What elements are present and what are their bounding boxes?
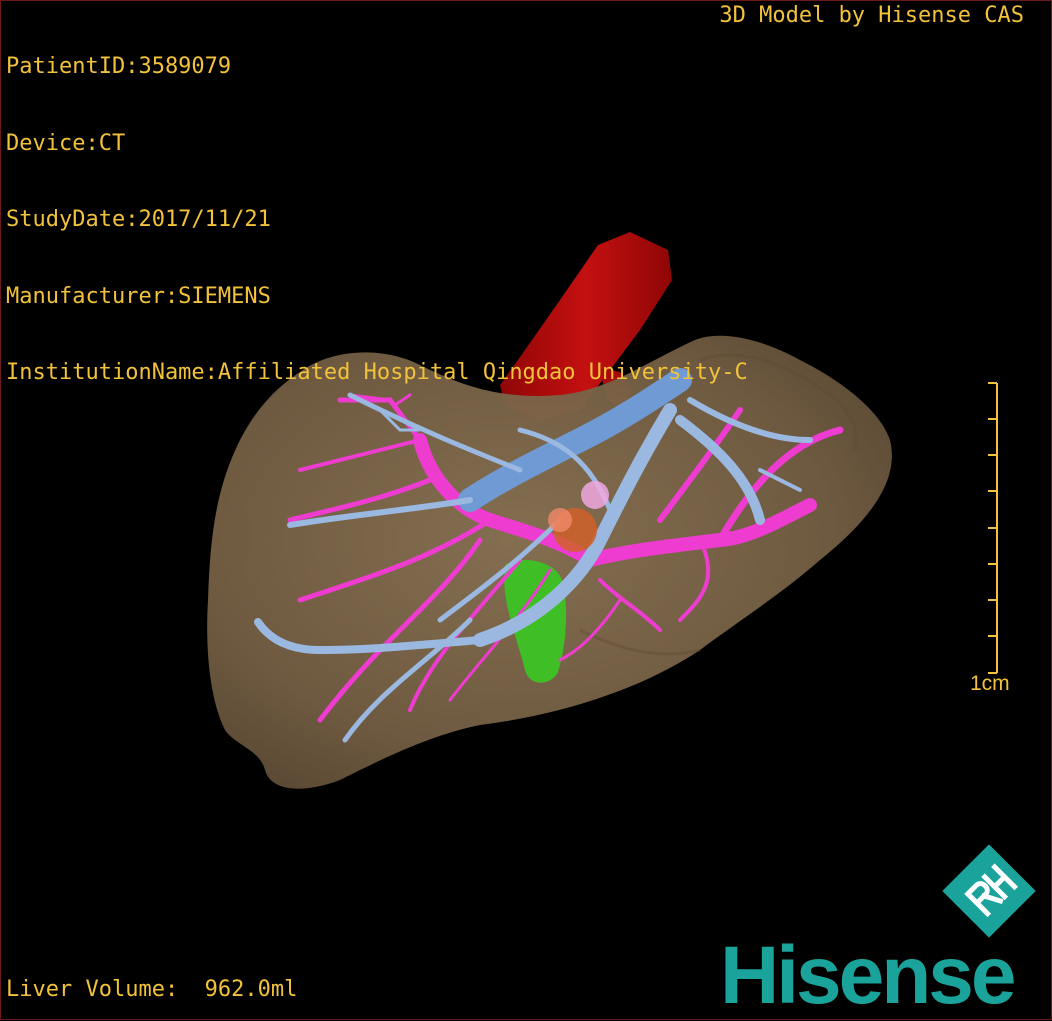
study-info-overlay: PatientID:3589079 Device:CT StudyDate:20…	[6, 3, 748, 411]
patient-id-text: PatientID:3589079	[6, 54, 232, 79]
device-text: Device:CT	[6, 130, 126, 156]
institution-text: InstitutionName:Affiliated Hospital Qing…	[6, 360, 748, 385]
scale-bar-label: 1cm	[970, 672, 1010, 695]
manufacturer-text: Manufacturer:SIEMENS	[6, 283, 271, 309]
liver-volume-text: Liver Volume: 962.0ml	[6, 977, 298, 1002]
hisense-logo: Hisense	[720, 930, 1017, 1021]
study-date-text: StudyDate:2017/11/21	[6, 207, 271, 232]
model-credit-text: 3D Model by Hisense CAS	[719, 3, 1024, 28]
scale-bar	[988, 382, 998, 674]
